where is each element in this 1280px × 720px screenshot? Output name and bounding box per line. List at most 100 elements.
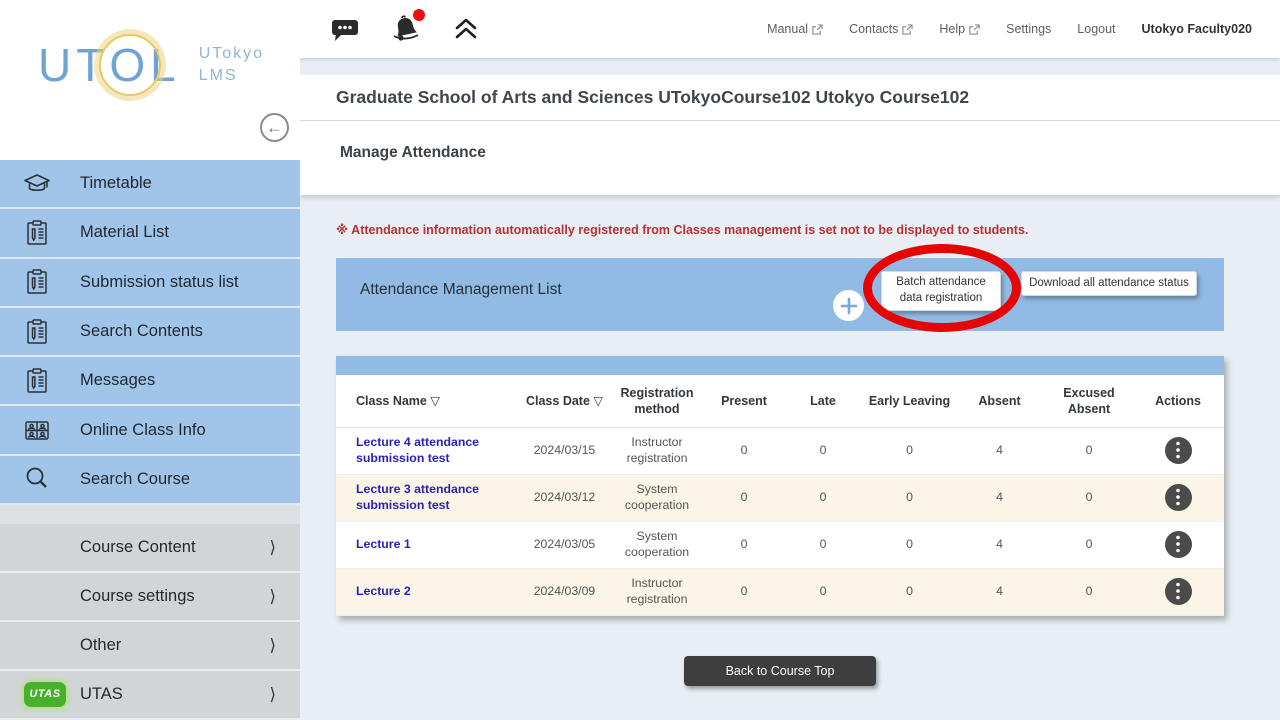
class-name-link[interactable]: Lecture 4 attendance submission test <box>356 435 523 467</box>
notifications-bell-icon[interactable] <box>390 13 422 45</box>
sidebar: UTOL UTokyo LMS ← Timetable Material Lis… <box>0 0 300 720</box>
registration-method-cell: Instructor registration <box>606 568 708 615</box>
page-title: Manage Attendance <box>300 121 1280 162</box>
logo-area: UTOL UTokyo LMS ← <box>0 0 300 160</box>
row-actions-menu-button[interactable] <box>1165 437 1192 464</box>
header-actions: Actions <box>1132 375 1224 427</box>
sidebar-menu: Timetable Material List Submission statu… <box>0 160 300 505</box>
class-name-link[interactable]: Lecture 1 <box>356 537 411 553</box>
header-late: Late <box>780 375 866 427</box>
attendance-notice: ※ Attendance information automatically r… <box>336 222 1224 237</box>
late-cell: 0 <box>780 427 866 474</box>
row-actions-menu-button[interactable] <box>1165 484 1192 511</box>
page-content: Graduate School of Arts and Sciences UTo… <box>300 58 1280 720</box>
sidebar-group-menu: Course Content ⟩ Course settings ⟩ Other… <box>0 524 300 720</box>
class-date-cell: 2024/03/15 <box>523 427 606 474</box>
present-cell: 0 <box>708 521 780 568</box>
absent-cell: 4 <box>953 427 1046 474</box>
early-leaving-cell: 0 <box>866 427 953 474</box>
app-window: UTOL UTokyo LMS ← Timetable Material Lis… <box>0 0 1280 720</box>
header-registration-method: Registration method <box>606 375 708 427</box>
panel-title: Attendance Management List <box>360 281 562 299</box>
external-link-icon <box>902 24 913 35</box>
header-absent: Absent <box>953 375 1046 427</box>
kebab-icon <box>1175 441 1181 459</box>
sidebar-item-label: Timetable <box>80 174 152 193</box>
sidebar-item-online-class-info[interactable]: Online Class Info <box>0 406 300 455</box>
class-name-link[interactable]: Lecture 3 attendance submission test <box>356 482 523 514</box>
sidebar-item-messages[interactable]: Messages <box>0 357 300 406</box>
external-link-icon <box>969 24 980 35</box>
kebab-icon <box>1175 488 1181 506</box>
sidebar-item-timetable[interactable]: Timetable <box>0 160 300 209</box>
contacts-link[interactable]: Contacts <box>849 22 913 36</box>
sidebar-item-submission-status[interactable]: Submission status list <box>0 259 300 308</box>
sidebar-item-label: Online Class Info <box>80 421 206 440</box>
settings-link[interactable]: Settings <box>1006 22 1051 36</box>
sidebar-item-search-course[interactable]: Search Course <box>0 456 300 505</box>
late-cell: 0 <box>780 521 866 568</box>
sidebar-item-label: Search Course <box>80 470 190 489</box>
graduation-cap-icon <box>20 171 54 197</box>
logo-subtitle: UTokyo LMS <box>199 43 264 88</box>
registration-method-cell: System cooperation <box>606 521 708 568</box>
clipboard-icon <box>20 318 54 346</box>
table-header-row: Class Name ▽ Class Date ▽ Registration m… <box>336 375 1224 427</box>
sidebar-item-utas[interactable]: UTAS UTAS ⟩ <box>0 671 300 720</box>
sidebar-item-label: Messages <box>80 371 155 390</box>
clipboard-icon <box>20 268 54 296</box>
user-name: Utokyo Faculty020 <box>1142 22 1252 36</box>
logo-o-ring: O <box>109 42 150 88</box>
help-link[interactable]: Help <box>939 22 980 36</box>
kebab-icon <box>1175 582 1181 600</box>
online-class-icon <box>20 417 54 443</box>
clipboard-icon <box>20 367 54 395</box>
row-actions-menu-button[interactable] <box>1165 531 1192 558</box>
clipboard-icon <box>20 219 54 247</box>
sidebar-item-other[interactable]: Other ⟩ <box>0 622 300 671</box>
early-leaving-cell: 0 <box>866 474 953 521</box>
download-all-attendance-button[interactable]: Download all attendance status <box>1021 271 1197 296</box>
class-date-cell: 2024/03/09 <box>523 568 606 615</box>
table-row: Lecture 1 2024/03/05 System cooperation … <box>336 521 1224 568</box>
chevron-right-icon: ⟩ <box>269 538 276 558</box>
sidebar-item-course-content[interactable]: Course Content ⟩ <box>0 524 300 573</box>
batch-attendance-registration-button[interactable]: Batch attendance data registration <box>881 271 1001 311</box>
notification-badge-dot <box>413 9 425 21</box>
absent-cell: 4 <box>953 474 1046 521</box>
collapse-up-icon[interactable] <box>452 15 480 43</box>
sidebar-item-label: Search Contents <box>80 322 203 341</box>
present-cell: 0 <box>708 427 780 474</box>
search-icon <box>20 465 54 493</box>
chat-icon[interactable] <box>330 16 360 43</box>
absent-cell: 4 <box>953 568 1046 615</box>
class-name-link[interactable]: Lecture 2 <box>356 584 411 600</box>
present-cell: 0 <box>708 568 780 615</box>
attendance-panel-header: Attendance Management List Batch attenda… <box>336 258 1224 331</box>
logout-link[interactable]: Logout <box>1077 22 1115 36</box>
topbar: Manual Contacts Help Settings Logout U <box>300 0 1280 58</box>
excused-absent-cell: 0 <box>1046 474 1132 521</box>
registration-method-cell: System cooperation <box>606 474 708 521</box>
sidebar-collapse-button[interactable]: ← <box>260 113 289 142</box>
sidebar-item-search-contents[interactable]: Search Contents <box>0 308 300 357</box>
row-actions-menu-button[interactable] <box>1165 578 1192 605</box>
topbar-icons <box>330 13 480 45</box>
footer-actions: Back to Course Top <box>336 656 1224 686</box>
header-class-name[interactable]: Class Name ▽ <box>336 375 523 427</box>
sidebar-item-label: Submission status list <box>80 273 239 292</box>
late-cell: 0 <box>780 474 866 521</box>
sidebar-item-material-list[interactable]: Material List <box>0 209 300 258</box>
manual-link[interactable]: Manual <box>767 22 823 36</box>
header-class-date[interactable]: Class Date ▽ <box>523 375 606 427</box>
main-area: Manual Contacts Help Settings Logout U <box>300 0 1280 720</box>
sidebar-item-course-settings[interactable]: Course settings ⟩ <box>0 573 300 622</box>
page-title-band: Manage Attendance <box>300 121 1280 195</box>
add-attendance-button[interactable] <box>833 290 864 321</box>
chevron-right-icon: ⟩ <box>269 636 276 656</box>
class-date-cell: 2024/03/12 <box>523 474 606 521</box>
excused-absent-cell: 0 <box>1046 427 1132 474</box>
back-to-course-top-button[interactable]: Back to Course Top <box>684 656 876 686</box>
registration-method-cell: Instructor registration <box>606 427 708 474</box>
utas-logo-icon: UTAS <box>24 682 66 707</box>
